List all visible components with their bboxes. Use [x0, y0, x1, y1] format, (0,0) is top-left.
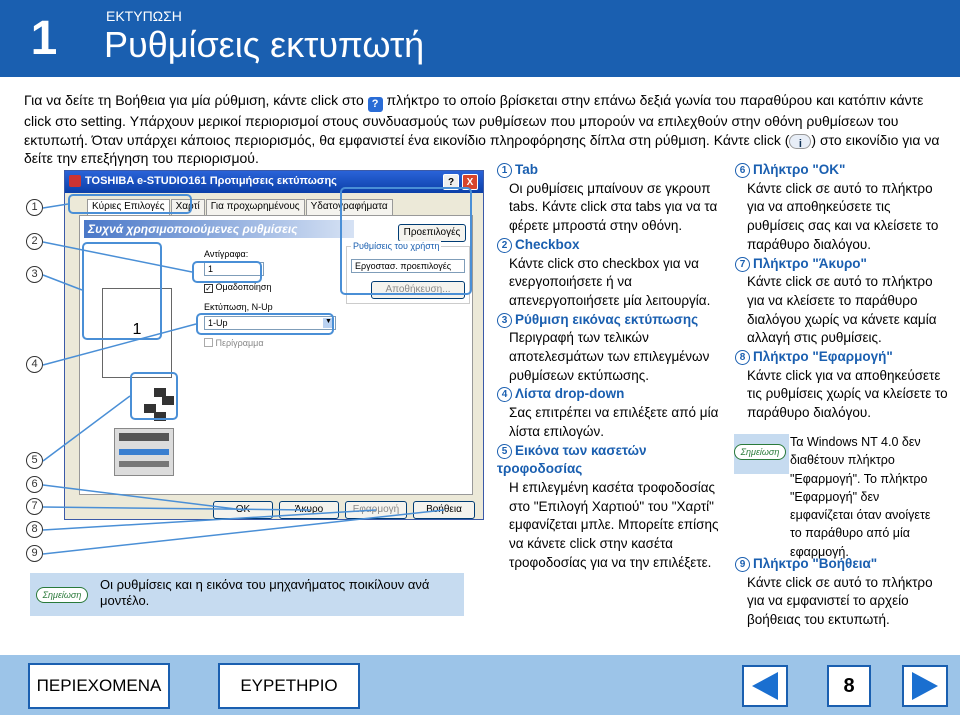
copies-label: Αντίγραφα: — [204, 249, 249, 259]
item-number: 6 — [735, 163, 750, 178]
callout-4: 4 — [26, 356, 43, 373]
item-body: Περιγραφή των τελικών αποτελεσμάτων των … — [509, 330, 710, 383]
highlight-preview — [82, 242, 162, 340]
item-heading: Tab — [515, 162, 538, 177]
items-column-2: 6 Πλήκτρο "OK" Κάντε click σε αυτό το πλή… — [735, 161, 950, 423]
callout-3: 3 — [26, 266, 43, 283]
cancel-button[interactable]: Άκυρο — [279, 501, 339, 519]
item-body: Κάντε click σε αυτό το πλήκτρο για να εμ… — [747, 574, 933, 628]
item-body: Σας επιτρέπει να επιλέξετε από μία λίστα… — [509, 405, 719, 439]
intro-paragraph: Για να δείτε τη Βοήθεια για μία ρύθμιση,… — [24, 91, 949, 168]
next-page-button[interactable] — [902, 665, 948, 707]
item-number: 1 — [497, 163, 512, 178]
item-number: 9 — [735, 557, 750, 572]
item-tab: 1 Tab Οι ρυθμίσεις μπαίνουν σε γκρουπ tab… — [497, 161, 722, 236]
highlight-user-settings — [340, 187, 472, 295]
note-badge-2: Σημείωση — [734, 444, 786, 460]
tab-advanced[interactable]: Για προχωρημένους — [205, 199, 305, 215]
index-button[interactable]: ΕΥΡΕΤΗΡΙΟ — [218, 663, 360, 709]
collate-checkbox-row[interactable]: ✓ Ομαδοποίηση — [204, 282, 271, 293]
arrow-right-icon — [912, 672, 938, 700]
item-heading: Ρύθμιση εικόνας εκτύπωσης — [515, 311, 699, 327]
item-ok: 6 Πλήκτρο "OK" Κάντε click σε αυτό το πλή… — [735, 161, 950, 255]
ok-button[interactable]: OK — [213, 501, 273, 519]
callout-5: 5 — [26, 452, 43, 469]
item-help: 9 Πλήκτρο "Βοήθεια" Κάντε click σε αυτό τ… — [735, 555, 950, 630]
page-number: 8 — [827, 665, 871, 707]
callout-9: 9 — [26, 545, 43, 562]
item-heading: Εικόνα των κασετών τροφοδοσίας — [497, 442, 647, 477]
machine-image — [114, 428, 174, 476]
item-dropdown: 4 Λίστα drop-down Σας επιτρέπει να επιλέξ… — [497, 385, 722, 441]
item-body: Κάντε click σε αυτό το πλήκτρο για να κλ… — [747, 274, 937, 346]
item-body: Κάντε click για να αποθηκεύσετε τις ρυθμ… — [747, 367, 948, 421]
item-heading: Πλήκτρο "Βοήθεια" — [753, 556, 878, 571]
page-title: Ρυθμίσεις εκτυπωτή — [104, 24, 425, 65]
item-heading: Checkbox — [515, 236, 580, 252]
border-checkbox[interactable] — [204, 338, 213, 347]
highlight-checkbox — [192, 261, 262, 283]
settings-banner: Συχνά χρησιμοποιούμενες ρυθμίσεις — [84, 220, 354, 238]
items-column-1: 1 Tab Οι ρυθμίσεις μπαίνουν σε γκρουπ tab… — [497, 161, 722, 572]
arrow-left-icon — [752, 672, 778, 700]
note-box: Σημείωση Οι ρυθμίσεις και η εικόνα του μ… — [30, 573, 464, 616]
printer-icon — [69, 175, 81, 187]
item-body: Οι ρυθμίσεις μπαίνουν σε γκρουπ tabs. Κά… — [509, 180, 718, 234]
item-body: Η επιλεγμένη κασέτα τροφοδοσίας στο "Επι… — [509, 479, 719, 570]
item-heading: Πλήκτρο "OK" — [753, 162, 846, 177]
note-text-2: Τα Windows NT 4.0 δεν διαθέτουν πλήκτρο … — [790, 435, 931, 559]
item-number: 7 — [735, 256, 750, 272]
highlight-trays — [130, 372, 178, 420]
nup-label: Εκτύπωση, N-Up — [204, 302, 273, 312]
border-label: Περίγραμμα — [215, 338, 264, 348]
item-cancel: 7 Πλήκτρο "Άκυρο" Κάντε click σε αυτό το … — [735, 255, 950, 349]
section-label: ΕΚΤΥΠΩΣΗ — [106, 8, 182, 24]
footer-bar: ΠΕΡΙΕΧΟΜΕΝΑ ΕΥΡΕΤΗΡΙΟ 8 — [0, 655, 960, 715]
callout-7: 7 — [26, 498, 43, 515]
previous-page-button[interactable] — [742, 665, 788, 707]
item-number: 8 — [735, 350, 750, 366]
contents-button[interactable]: ΠΕΡΙΕΧΟΜΕΝΑ — [28, 663, 170, 709]
item-heading: Λίστα drop-down — [515, 386, 625, 402]
info-icon: i — [789, 133, 812, 150]
intro-text-1: Για να δείτε τη Βοήθεια για μία ρύθμιση,… — [24, 92, 364, 108]
note-text: Οι ρυθμίσεις και η εικόνα του μηχανήματο… — [100, 577, 430, 608]
item-number: 5 — [497, 443, 512, 459]
dialog-title: TOSHIBA e-STUDIO161 Προτιμήσεις εκτύπωση… — [85, 175, 337, 187]
callout-1: 1 — [26, 199, 43, 216]
callout-6: 6 — [26, 476, 43, 493]
highlight-dropdown — [196, 313, 334, 335]
note-box-2: Σημείωση Τα Windows NT 4.0 δεν διαθέτουν… — [734, 430, 946, 559]
help-question-icon: ? — [367, 97, 383, 112]
item-number: 4 — [497, 387, 512, 403]
item-number: 2 — [497, 237, 512, 253]
item-trays: 5 Εικόνα των κασετών τροφοδοσίας Η επιλεγ… — [497, 442, 722, 573]
help-button[interactable]: Βοήθεια — [413, 501, 475, 519]
collate-label: Ομαδοποίηση — [215, 282, 272, 292]
highlight-tab — [68, 194, 192, 214]
collate-checkbox[interactable]: ✓ — [204, 284, 213, 293]
callout-8: 8 — [26, 521, 43, 538]
item-number: 3 — [497, 312, 512, 328]
apply-button[interactable]: Εφαρμογή — [345, 501, 407, 519]
item-body: Κάντε click σε αυτό το πλήκτρο για να απ… — [747, 180, 939, 252]
item-checkbox: 2 Checkbox Κάντε click στο checkbox για ν… — [497, 236, 722, 311]
item-apply: 8 Πλήκτρο "Εφαρμογή" Κάντε click για να α… — [735, 348, 950, 423]
item-print-image: 3 Ρύθμιση εικόνας εκτύπωσης Περιγραφή των… — [497, 311, 722, 386]
chapter-number: 1 — [0, 0, 88, 77]
item-heading: Πλήκτρο "Εφαρμογή" — [753, 349, 893, 365]
callout-2: 2 — [26, 233, 43, 250]
border-checkbox-row[interactable]: Περίγραμμα — [204, 338, 264, 348]
item-body: Κάντε click στο checkbox για να ενεργοπο… — [509, 255, 711, 308]
item-heading: Πλήκτρο "Άκυρο" — [753, 255, 867, 271]
note-badge: Σημείωση — [36, 587, 88, 603]
